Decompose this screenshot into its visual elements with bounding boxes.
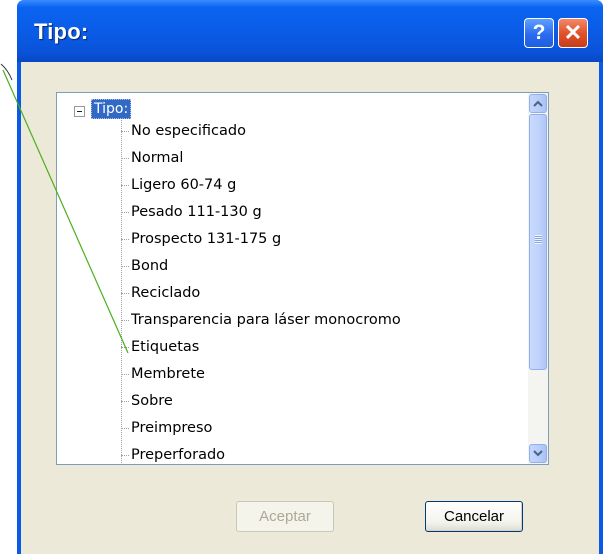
tree-branch [121,454,129,456]
tree-item[interactable]: No especificado [121,120,246,142]
tree-item-label: Ligero 60-74 g [131,177,237,193]
scroll-thumb[interactable] [529,114,547,370]
tree-item[interactable]: Sobre [121,390,173,412]
tree-item-label: Sobre [131,393,173,409]
tree-item-label: Pesado 111-130 g [131,204,262,220]
tree-item-label: Membrete [131,366,205,382]
tree-item-label: Prospecto 131-175 g [131,231,282,247]
tree-branch [121,346,129,348]
tree-branch [121,292,129,294]
tree-item[interactable]: Prospecto 131-175 g [121,228,281,250]
tree-item[interactable]: Pesado 111-130 g [121,201,262,223]
scroll-down-button[interactable] [529,444,547,463]
scroll-down-arrow-icon [533,450,543,457]
tree-branch [121,400,129,402]
tree-item[interactable]: Etiquetas [121,336,199,358]
close-icon: ✕ [563,20,583,45]
help-icon: ? [532,21,546,44]
tree-branch [121,157,129,159]
collapse-toggle-icon[interactable] [74,106,85,117]
tree-item[interactable]: Normal [121,147,183,169]
tree-branch [121,130,129,132]
accept-button[interactable]: Aceptar [236,501,334,532]
dialog-window: Tipo: ? ✕ Tipo: No especificado Normal L… [17,0,603,554]
scroll-grip-icon [535,235,542,244]
tree-branch [121,265,129,267]
tree-item-label: No especificado [131,123,246,139]
tree-item[interactable]: Preimpreso [121,417,212,439]
type-tree-view[interactable]: Tipo: No especificado Normal Ligero 60-7… [56,92,549,465]
tree-item-label: Transparencia para láser monocromo [131,312,401,328]
tree-branch [121,184,129,186]
cancel-button[interactable]: Cancelar [425,501,523,532]
tree-branch [121,238,129,240]
tree-item-label: Preimpreso [131,420,213,436]
scroll-up-button[interactable] [529,94,547,113]
tree-item[interactable]: Ligero 60-74 g [121,174,236,196]
tree-item-label: Normal [131,150,184,166]
tree-root-item[interactable]: Tipo: [91,99,132,119]
tree-branch [121,211,129,213]
callout-tip [0,63,13,81]
tree-branch [121,319,129,321]
help-button[interactable]: ? [524,18,554,48]
tree-item-label: Preperforado [131,447,226,463]
tree-item-label: Bond [131,258,169,274]
tree-item[interactable]: Bond [121,255,168,277]
window-title: Tipo: [34,19,89,44]
scroll-up-arrow-icon [533,100,543,107]
title-bar[interactable]: Tipo: ? ✕ [17,0,603,62]
tree-item-label: Reciclado [131,285,201,301]
tree-item[interactable]: Reciclado [121,282,200,304]
tree-item[interactable]: Membrete [121,363,205,385]
tree-item-label: Etiquetas [131,339,200,355]
tree-item[interactable]: Preperforado [121,444,225,464]
tree-branch [121,427,129,429]
tree-item[interactable]: Transparencia para láser monocromo [121,309,401,331]
vertical-scrollbar[interactable] [528,93,548,464]
tree-branch [121,373,129,375]
dialog-body: Tipo: No especificado Normal Ligero 60-7… [21,62,599,554]
close-button[interactable]: ✕ [558,18,588,48]
tree-items: Tipo: No especificado Normal Ligero 60-7… [57,93,527,464]
